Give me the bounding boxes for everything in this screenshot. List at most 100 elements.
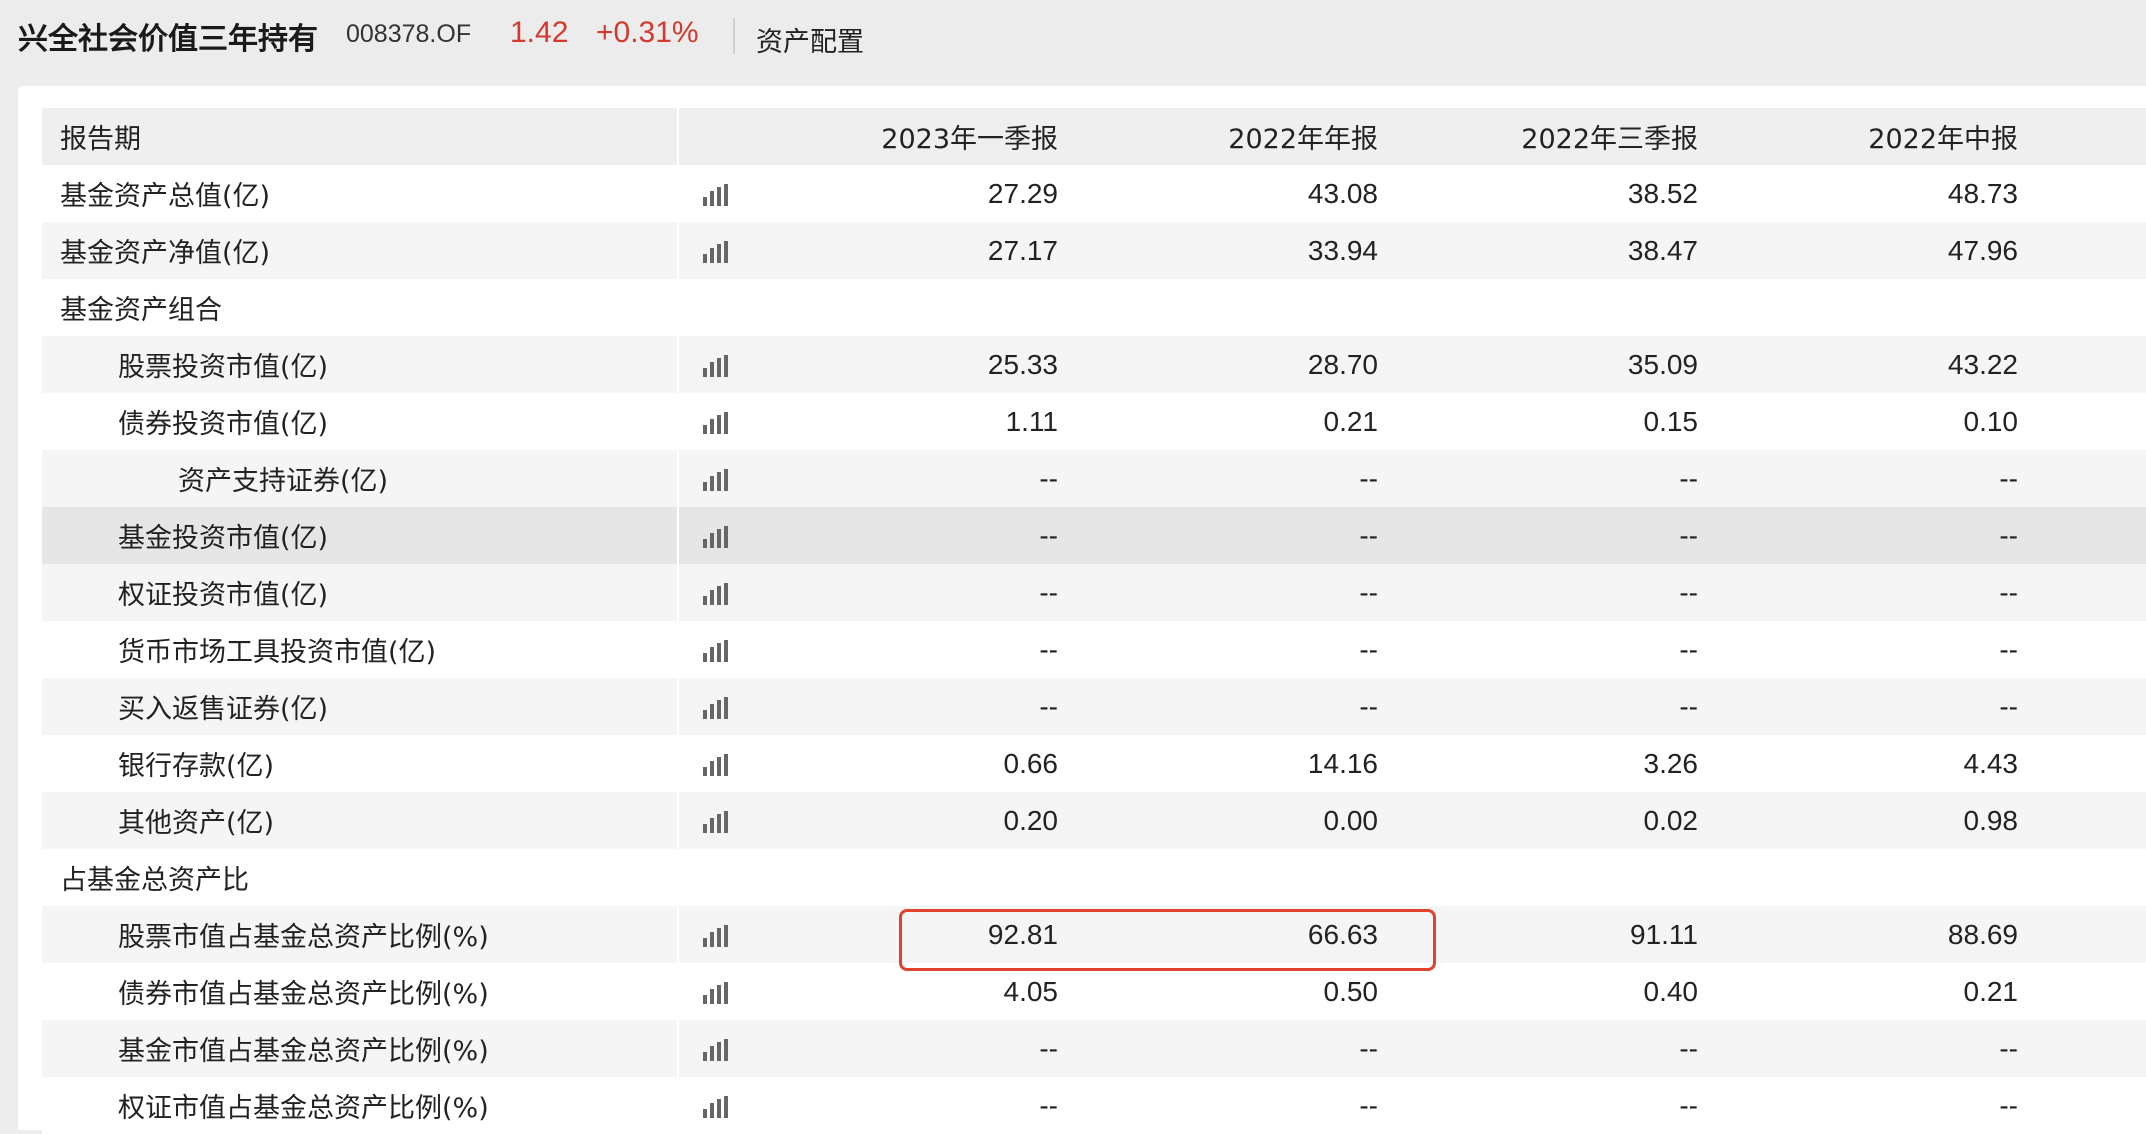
table-cell: --: [1058, 621, 1378, 678]
table-cell: 28.70: [1058, 336, 1378, 393]
asset-allocation-panel: 报告期 2023年一季报 2022年年报 2022年三季报 2022年中报 基金…: [18, 86, 2146, 1134]
table-cell: --: [1058, 564, 1378, 621]
table-cell: 43.08: [1058, 165, 1378, 222]
row-label: 资产支持证券(亿): [42, 450, 679, 507]
table-cell: 91.11: [1378, 906, 1698, 963]
table-cell: --: [1058, 507, 1378, 564]
table-row: 权证投资市值(亿) -- -- -- --: [42, 564, 2146, 621]
bar-chart-icon[interactable]: [701, 468, 728, 491]
bar-chart-icon[interactable]: [701, 810, 728, 833]
table-cell: 0.66: [748, 735, 1058, 792]
table-row: 资产支持证券(亿) -- -- -- --: [42, 450, 2146, 507]
column-header[interactable]: 2023年一季报: [748, 108, 1058, 165]
table-cell: --: [1698, 621, 2018, 678]
bar-chart-icon[interactable]: [701, 411, 728, 434]
table-cell: 0.10: [1698, 393, 2018, 450]
table-cell: 92.81: [748, 906, 1058, 963]
table-row: 其他资产(亿) 0.20 0.00 0.02 0.98: [42, 792, 2146, 849]
table-cell: --: [1378, 621, 1698, 678]
row-label: 买入返售证券(亿): [42, 678, 679, 735]
table-cell: --: [1378, 678, 1698, 735]
row-label: 银行存款(亿): [42, 735, 679, 792]
bar-chart-icon[interactable]: [701, 525, 728, 548]
bar-chart-icon[interactable]: [701, 1095, 728, 1118]
row-label: 基金市值占基金总资产比例(%): [42, 1020, 679, 1077]
row-label: 权证市值占基金总资产比例(%): [42, 1077, 679, 1134]
row-label: 权证投资市值(亿): [42, 564, 679, 621]
tab-asset-allocation[interactable]: 资产配置: [756, 20, 864, 59]
table-cell: --: [1698, 1077, 2018, 1134]
table-cell: --: [748, 564, 1058, 621]
table-cell: --: [1698, 1020, 2018, 1077]
fund-code: 008378.OF: [346, 20, 472, 48]
table-row: 权证市值占基金总资产比例(%) -- -- -- --: [42, 1077, 2146, 1134]
row-label: 股票投资市值(亿): [42, 336, 679, 393]
row-label: 货币市场工具投资市值(亿): [42, 621, 679, 678]
header-divider: [733, 18, 735, 54]
fund-change: +0.31%: [596, 16, 699, 49]
column-header[interactable]: 2022年中报: [1698, 108, 2018, 165]
table-cell: 4.43: [1698, 735, 2018, 792]
table-cell: 27.29: [748, 165, 1058, 222]
fund-name: 兴全社会价值三年持有: [18, 22, 318, 57]
bar-chart-icon[interactable]: [701, 582, 728, 605]
table-cell: 0.00: [1058, 792, 1378, 849]
table-row: 基金投资市值(亿) -- -- -- --: [42, 507, 2146, 564]
table-cell: 0.98: [1698, 792, 2018, 849]
bar-chart-icon[interactable]: [701, 1038, 728, 1061]
table-cell: 33.94: [1058, 222, 1378, 279]
table-row: 债券市值占基金总资产比例(%) 4.05 0.50 0.40 0.21: [42, 963, 2146, 1020]
table-cell: 0.02: [1378, 792, 1698, 849]
table-cell: --: [1378, 450, 1698, 507]
table-cell: --: [1698, 507, 2018, 564]
table-cell: --: [1698, 450, 2018, 507]
row-label: 债券投资市值(亿): [42, 393, 679, 450]
table-cell: --: [748, 678, 1058, 735]
table-cell: --: [748, 1020, 1058, 1077]
table-cell: 0.20: [748, 792, 1058, 849]
table-cell: 0.21: [1058, 393, 1378, 450]
table-cell: 3.26: [1378, 735, 1698, 792]
table-header-row: 报告期 2023年一季报 2022年年报 2022年三季报 2022年中报: [42, 108, 2146, 165]
table-group-row: 基金资产组合: [42, 279, 2146, 336]
asset-allocation-table: 报告期 2023年一季报 2022年年报 2022年三季报 2022年中报 基金…: [42, 108, 2146, 1134]
bar-chart-icon[interactable]: [701, 354, 728, 377]
bar-chart-icon[interactable]: [701, 639, 728, 662]
table-row: 基金市值占基金总资产比例(%) -- -- -- --: [42, 1020, 2146, 1077]
bar-chart-icon[interactable]: [701, 981, 728, 1004]
bar-chart-icon[interactable]: [701, 183, 728, 206]
table-cell: --: [1698, 564, 2018, 621]
table-cell: 0.15: [1378, 393, 1698, 450]
table-cell: 47.96: [1698, 222, 2018, 279]
report-period-header: 报告期: [42, 108, 679, 165]
bar-chart-icon[interactable]: [701, 753, 728, 776]
bar-chart-icon[interactable]: [701, 240, 728, 263]
table-cell: --: [1058, 678, 1378, 735]
bar-chart-icon[interactable]: [701, 696, 728, 719]
table-cell: 1.11: [748, 393, 1058, 450]
table-cell: 0.40: [1378, 963, 1698, 1020]
table-row: 货币市场工具投资市值(亿) -- -- -- --: [42, 621, 2146, 678]
row-label: 占基金总资产比: [42, 849, 678, 906]
row-label: 基金资产净值(亿): [42, 222, 679, 279]
table-cell: --: [1378, 507, 1698, 564]
table-row: 买入返售证券(亿) -- -- -- --: [42, 678, 2146, 735]
table-cell: --: [748, 450, 1058, 507]
table-cell: 27.17: [748, 222, 1058, 279]
table-cell: --: [1058, 1020, 1378, 1077]
table-cell: --: [748, 621, 1058, 678]
table-cell: 14.16: [1058, 735, 1378, 792]
column-header[interactable]: 2022年年报: [1058, 108, 1378, 165]
row-label: 基金资产总值(亿): [42, 165, 679, 222]
table-cell: --: [1378, 1020, 1698, 1077]
table-cell: 38.47: [1378, 222, 1698, 279]
table-cell: 66.63: [1058, 906, 1378, 963]
table-cell: --: [748, 1077, 1058, 1134]
row-label: 股票市值占基金总资产比例(%): [42, 906, 679, 963]
table-group-row: 占基金总资产比: [42, 849, 2146, 906]
column-header[interactable]: 2022年三季报: [1378, 108, 1698, 165]
table-cell: 43.22: [1698, 336, 2018, 393]
bar-chart-icon[interactable]: [701, 924, 728, 947]
table-cell: 88.69: [1698, 906, 2018, 963]
row-label: 基金资产组合: [42, 279, 678, 336]
